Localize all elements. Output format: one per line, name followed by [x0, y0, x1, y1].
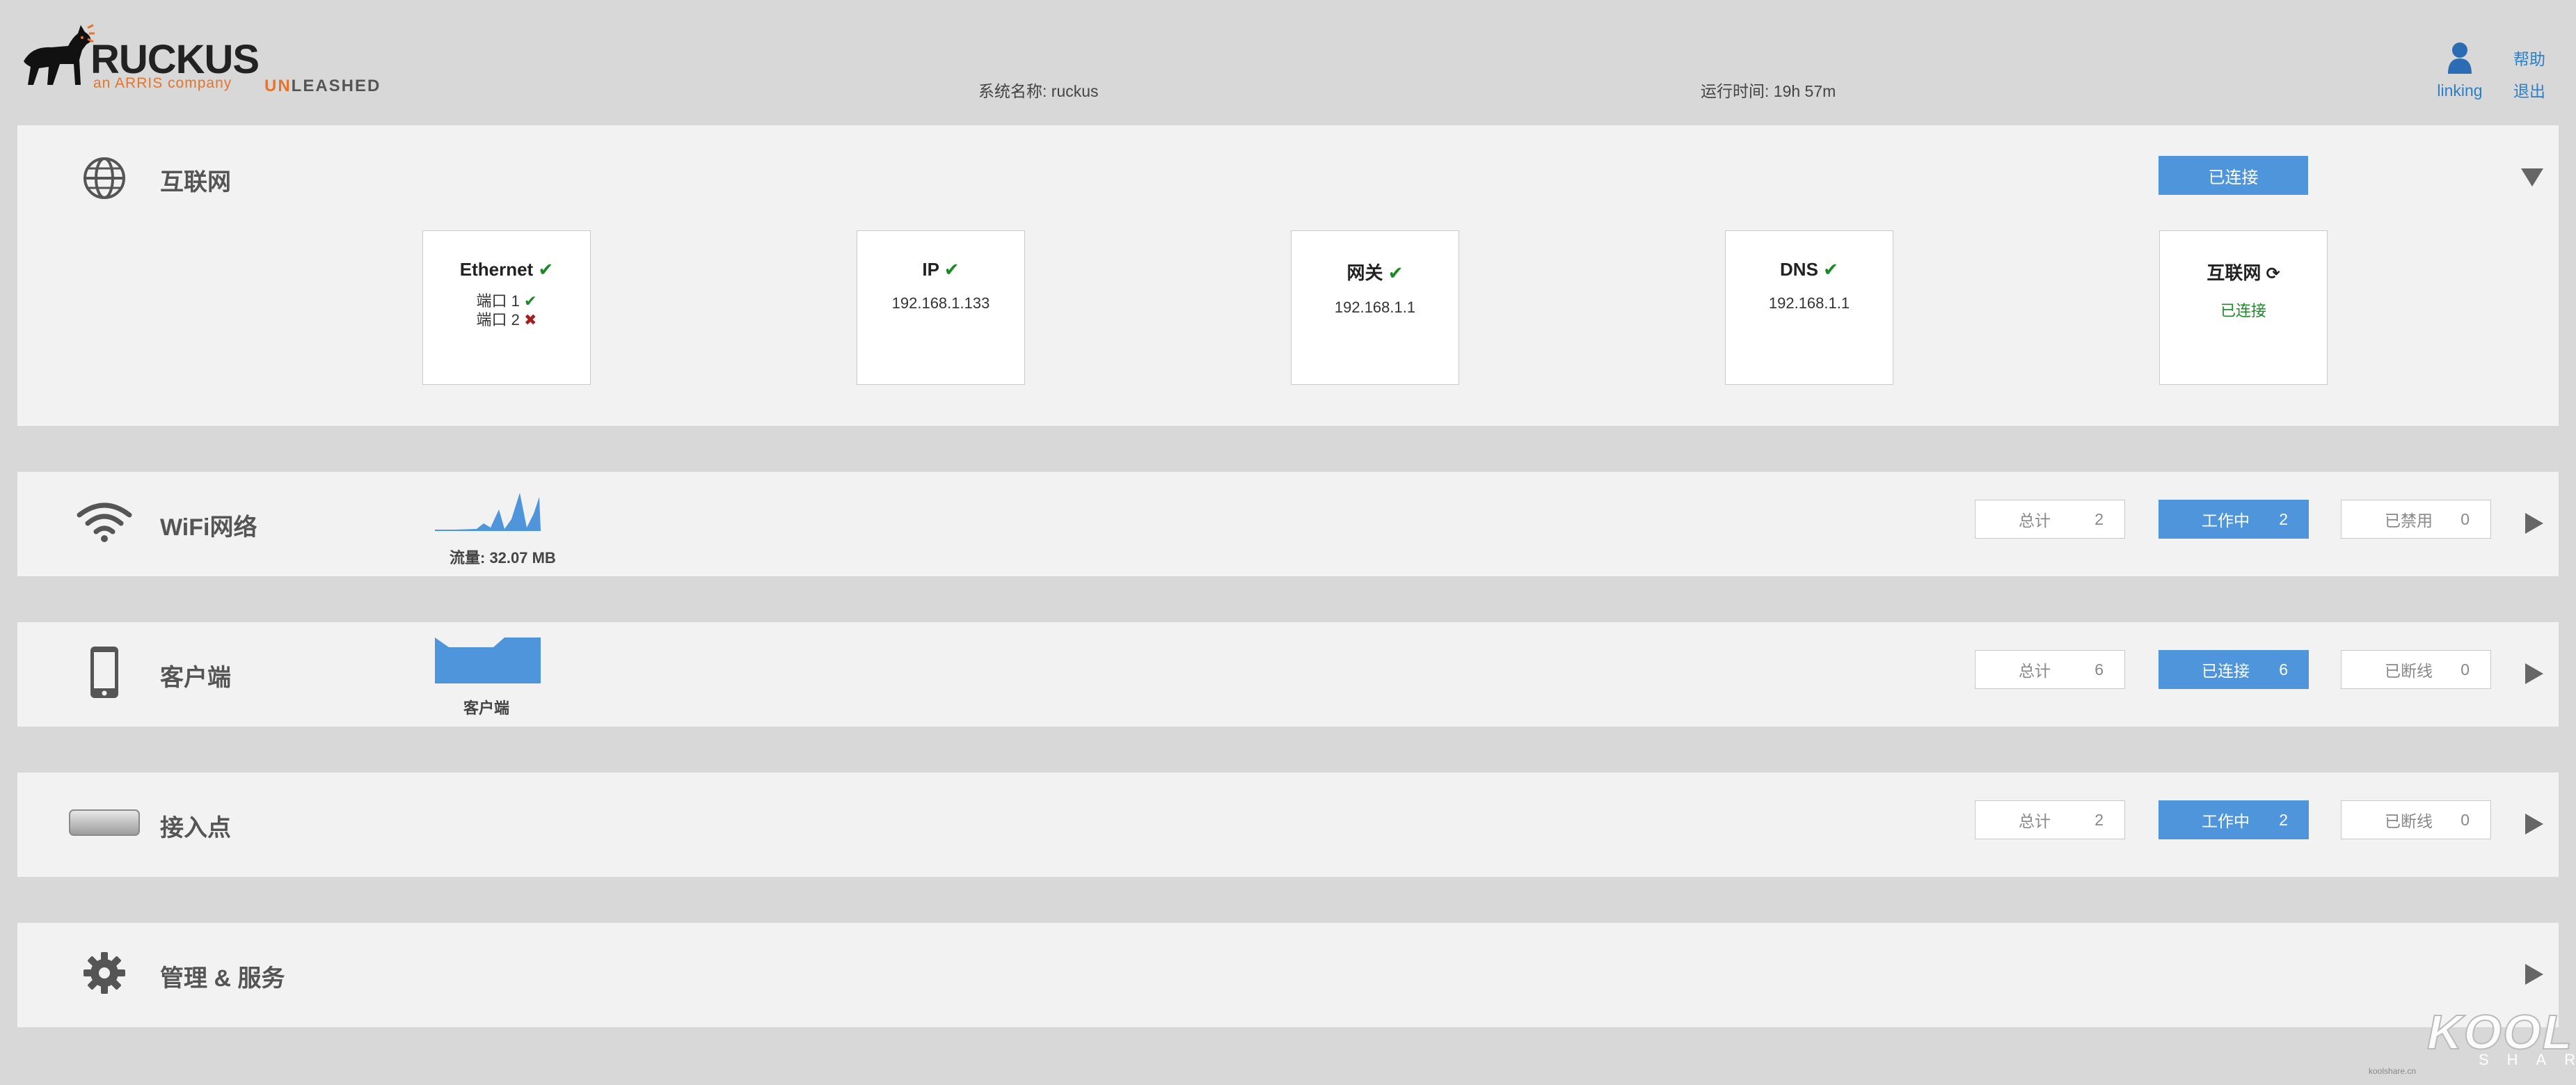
clients-disconnected-stat[interactable]: 已断线 0 — [2341, 650, 2491, 689]
expand-arrow-icon[interactable] — [2525, 663, 2543, 684]
dns-label: DNS — [1780, 259, 1818, 280]
ap-active-stat[interactable]: 工作中 2 — [2158, 800, 2309, 839]
top-header: RUCKUS an ARRIS company UNLEASHED 系统名称: … — [0, 0, 2576, 125]
wifi-disabled-label: 已禁用 — [2385, 512, 2433, 530]
user-name: linking — [2437, 81, 2483, 100]
ap-total-stat[interactable]: 总计 2 — [1975, 800, 2125, 839]
dns-card-title: DNS ✔ — [1726, 259, 1893, 280]
clients-title: 客户端 — [160, 665, 231, 691]
gateway-value: 192.168.1.1 — [1334, 299, 1416, 316]
admin-panel[interactable]: 管理 & 服务 — [17, 923, 2559, 1027]
ethernet-card: Ethernet ✔ 端口 1 ✔ 端口 2 ✖ — [422, 230, 591, 385]
internet-card-label: 互联网 — [2207, 262, 2261, 283]
ip-card: IP ✔ 192.168.1.133 — [857, 230, 1025, 385]
wifi-title: WiFi网络 — [160, 514, 257, 541]
ap-active-value: 2 — [2279, 810, 2288, 829]
gear-icon — [59, 938, 150, 1008]
wifi-total-value: 2 — [2094, 509, 2104, 528]
wifi-active-value: 2 — [2279, 509, 2288, 528]
access-points-panel[interactable]: 接入点 总计 2 工作中 2 已断线 0 — [17, 773, 2559, 877]
ap-total-value: 2 — [2094, 810, 2104, 829]
ap-disconnected-value: 0 — [2460, 810, 2470, 829]
ethernet-card-title: Ethernet ✔ — [423, 259, 590, 280]
phone-icon — [59, 637, 150, 707]
internet-status-button[interactable]: 已连接 — [2158, 156, 2308, 195]
clients-chart-label: 客户端 — [463, 699, 510, 717]
internet-title: 互联网 — [160, 169, 231, 196]
clients-total-stat[interactable]: 总计 6 — [1975, 650, 2125, 689]
collapse-arrow-icon[interactable] — [2521, 168, 2543, 187]
clients-disconnected-label: 已断线 — [2385, 662, 2433, 680]
wifi-total-label: 总计 — [2019, 512, 2051, 530]
clients-total-label: 总计 — [2019, 662, 2051, 680]
wifi-icon — [59, 487, 150, 557]
ap-total-label: 总计 — [2019, 812, 2051, 830]
port-2-row: 端口 2 ✖ — [423, 310, 590, 329]
gateway-card: 网关 ✔ 192.168.1.1 — [1291, 230, 1459, 385]
clients-disconnected-value: 0 — [2460, 660, 2470, 679]
watermark-tiny: koolshare.cn — [2369, 1066, 2417, 1076]
watermark-main: KOOL — [2426, 1005, 2574, 1059]
access-point-icon — [59, 788, 150, 857]
refresh-icon[interactable]: ⟳ — [2266, 264, 2280, 283]
clients-connected-label: 已连接 — [2202, 662, 2250, 680]
ap-active-label: 工作中 — [2202, 812, 2250, 830]
clients-connected-value: 6 — [2279, 660, 2288, 679]
product-name: UNLEASHED — [264, 77, 381, 96]
clients-chart — [435, 637, 541, 683]
admin-title: 管理 & 服务 — [160, 965, 285, 992]
product-prefix: UN — [264, 77, 292, 95]
internet-card: 互联网 ⟳ 已连接 — [2159, 230, 2328, 385]
gateway-label: 网关 — [1346, 262, 1383, 283]
logout-link[interactable]: 退出 — [2513, 78, 2545, 102]
clients-total-value: 6 — [2094, 660, 2104, 679]
clients-panel[interactable]: 客户端 客户端 总计 6 已连接 6 已断线 0 — [17, 622, 2559, 727]
access-points-title: 接入点 — [160, 815, 231, 841]
ethernet-label: Ethernet — [459, 259, 534, 280]
clients-connected-stat[interactable]: 已连接 6 — [2158, 650, 2309, 689]
user-icon — [2448, 42, 2472, 74]
ap-disconnected-label: 已断线 — [2385, 812, 2433, 830]
wifi-disabled-value: 0 — [2460, 509, 2470, 528]
cross-icon: ✖ — [524, 311, 537, 328]
check-icon: ✔ — [944, 259, 960, 280]
globe-icon — [59, 143, 150, 213]
system-name: 系统名称: ruckus — [978, 82, 1099, 100]
internet-card-value: 已连接 — [2220, 302, 2266, 319]
expand-arrow-icon[interactable] — [2525, 814, 2543, 834]
dns-value: 192.168.1.1 — [1768, 294, 1850, 312]
koolshare-watermark: KOOL SHARE koolshare.cn — [2369, 1005, 2576, 1076]
ip-value: 192.168.1.133 — [891, 294, 990, 312]
ip-label: IP — [922, 259, 939, 280]
uptime: 运行时间: 19h 57m — [1701, 82, 1836, 100]
traffic-sparkline — [435, 493, 541, 531]
wifi-disabled-stat[interactable]: 已禁用 0 — [2341, 500, 2491, 539]
port-1-label: 端口 1 — [476, 292, 520, 310]
brand-subtitle: an ARRIS company — [93, 75, 232, 91]
port-2-label: 端口 2 — [476, 311, 520, 328]
user-menu[interactable]: linking — [2428, 42, 2491, 100]
ip-card-title: IP ✔ — [857, 259, 1024, 280]
port-1-row: 端口 1 ✔ — [423, 292, 590, 310]
dns-card: DNS ✔ 192.168.1.1 — [1725, 230, 1893, 385]
check-icon: ✔ — [1823, 259, 1838, 280]
wifi-total-stat[interactable]: 总计 2 — [1975, 500, 2125, 539]
check-icon: ✔ — [524, 292, 537, 310]
ruckus-dog-logo — [24, 24, 95, 85]
product-suffix: LEASHED — [291, 77, 381, 95]
expand-arrow-icon[interactable] — [2525, 964, 2543, 985]
ap-disconnected-stat[interactable]: 已断线 0 — [2341, 800, 2491, 839]
expand-arrow-icon[interactable] — [2525, 513, 2543, 534]
wifi-active-label: 工作中 — [2202, 512, 2250, 530]
help-link[interactable]: 帮助 — [2513, 46, 2545, 70]
wifi-panel[interactable]: WiFi网络 流量: 32.07 MB 总计 2 工作中 2 已禁用 0 — [17, 472, 2559, 576]
internet-card-title: 互联网 ⟳ — [2160, 259, 2327, 285]
check-icon: ✔ — [538, 259, 554, 280]
gateway-card-title: 网关 ✔ — [1291, 259, 1458, 285]
wifi-active-stat[interactable]: 工作中 2 — [2158, 500, 2309, 539]
internet-panel: 互联网 已连接 Ethernet ✔ 端口 1 ✔ 端口 2 ✖ IP ✔ 19… — [17, 125, 2559, 426]
check-icon: ✔ — [1388, 262, 1404, 283]
port-list: 端口 1 ✔ 端口 2 ✖ — [423, 292, 590, 329]
traffic-label: 流量: 32.07 MB — [450, 549, 556, 567]
